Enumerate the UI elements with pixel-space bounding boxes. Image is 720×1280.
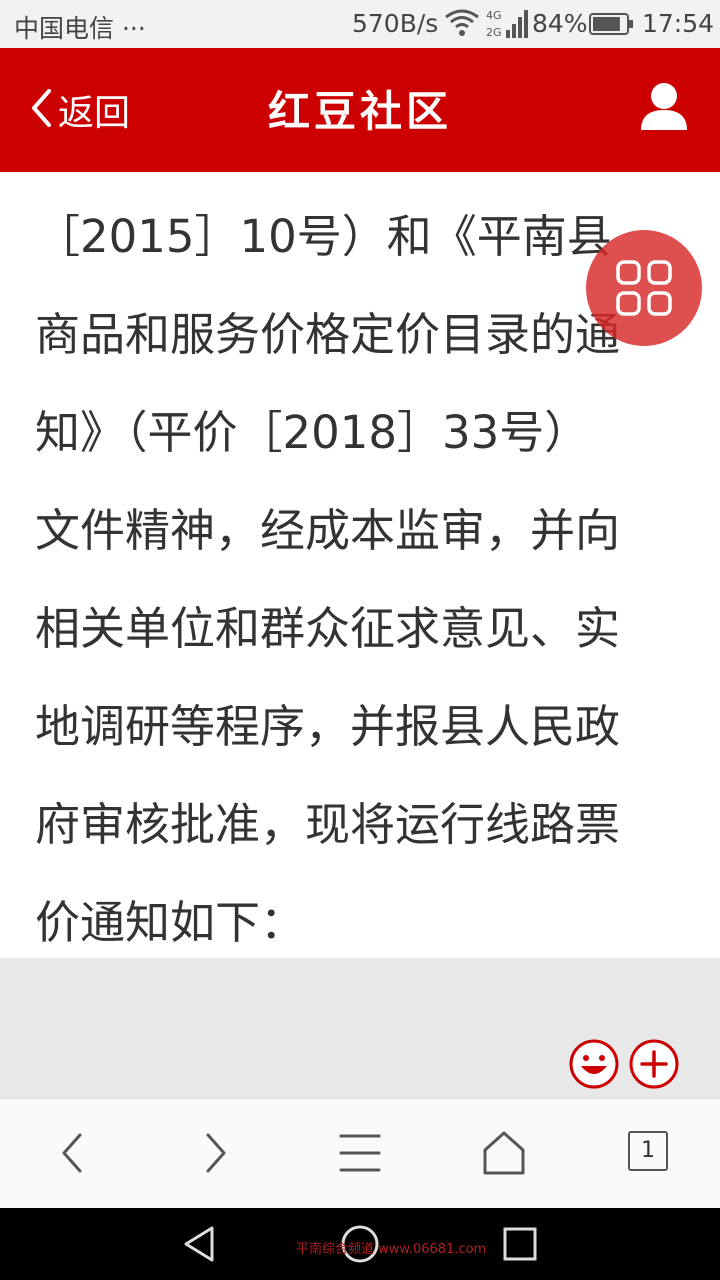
tabs-button[interactable]: 1 xyxy=(628,1131,668,1171)
browser-menu-button[interactable] xyxy=(330,1125,390,1181)
article-line: 地调研等程序，并报县人民政 xyxy=(35,700,621,753)
network-speed: 570B/s xyxy=(352,9,439,38)
article-line: 知》（平价［2018］33号） xyxy=(35,406,590,459)
browser-home-button[interactable] xyxy=(474,1125,534,1181)
chevron-left-icon xyxy=(42,1133,102,1185)
carrier-label: 中国电信 ··· xyxy=(14,14,146,43)
article-line: 文件精神，经成本监审，并向 xyxy=(35,504,621,557)
emoji-button[interactable] xyxy=(568,1038,620,1090)
user-icon xyxy=(636,83,692,138)
browser-back-button[interactable] xyxy=(42,1125,102,1181)
article-line: 相关单位和群众征求意见、实 xyxy=(35,602,621,655)
status-bar: 中国电信 ··· 570B/s 4G 2G 84% 17:54 xyxy=(0,0,720,48)
article-line: 府审核批准，现将运行线路票 xyxy=(35,798,621,851)
home-icon xyxy=(474,1131,534,1185)
clock: 17:54 xyxy=(642,9,715,38)
svg-text:4G: 4G xyxy=(486,9,502,22)
triangle-back-icon xyxy=(178,1226,222,1270)
chevron-right-icon xyxy=(186,1133,246,1185)
user-button[interactable] xyxy=(636,78,692,134)
watermark: 平南综合频道 www.06681.com xyxy=(296,1242,487,1257)
svg-text:2G: 2G xyxy=(486,26,502,39)
add-button[interactable] xyxy=(628,1038,680,1090)
battery-icon xyxy=(589,12,635,42)
menu-icon xyxy=(330,1134,390,1185)
browser-toolbar: 1 xyxy=(0,1098,720,1208)
smiley-icon xyxy=(568,1039,620,1094)
wifi-icon xyxy=(444,9,480,43)
battery-percent: 84% xyxy=(532,9,588,38)
page-title: 红豆社区 xyxy=(267,87,452,136)
app-header: 返回 红豆社区 xyxy=(0,48,720,172)
nav-back-button[interactable] xyxy=(178,1222,222,1266)
plus-icon xyxy=(628,1039,680,1094)
browser-forward-button[interactable] xyxy=(186,1125,246,1181)
square-recents-icon xyxy=(498,1227,542,1270)
floating-menu-button[interactable] xyxy=(586,230,702,346)
nav-recents-button[interactable] xyxy=(498,1222,542,1266)
signal-icon: 4G 2G xyxy=(486,6,528,48)
grid-icon xyxy=(586,260,702,350)
